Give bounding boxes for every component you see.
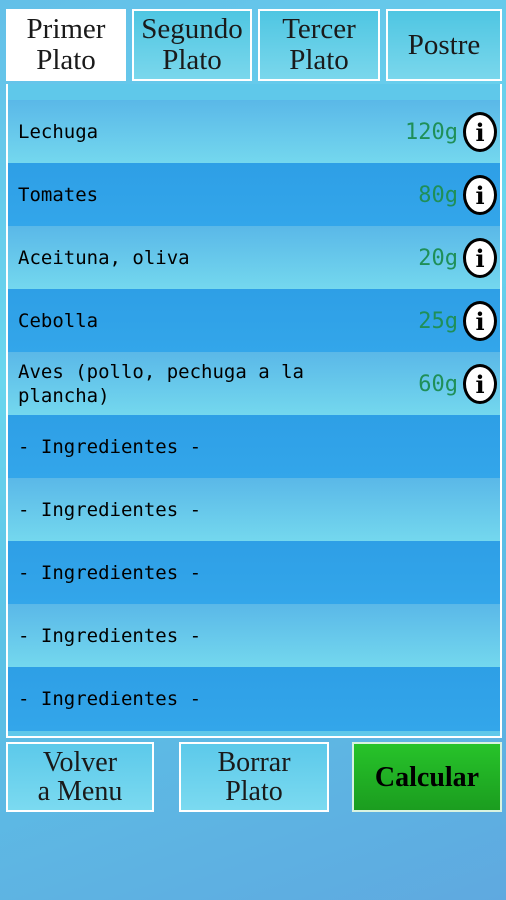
tab-tercer-plato[interactable]: Tercer Plato — [258, 9, 380, 81]
ingredient-quantity: 60g — [418, 371, 458, 397]
info-icon[interactable]: i — [463, 364, 497, 404]
button-label: Calcular — [374, 761, 480, 793]
ingredient-quantity: 20g — [418, 245, 458, 271]
ingredient-row[interactable]: - Ingredientes - — [8, 604, 500, 668]
ingredient-placeholder: - Ingredientes - — [18, 688, 202, 710]
tab-label: Postre — [407, 28, 481, 61]
ingredient-row[interactable]: Tomates 80g i — [8, 163, 500, 227]
info-icon[interactable]: i — [463, 112, 497, 152]
info-icon[interactable]: i — [463, 238, 497, 278]
tab-primer-plato[interactable]: Primer Plato — [6, 9, 126, 81]
ingredient-name: Lechuga — [18, 121, 99, 143]
ingredient-name: Aceituna, oliva — [18, 247, 190, 269]
tab-label: Segundo Plato — [141, 13, 243, 76]
ingredient-row[interactable]: Cebolla 25g i — [8, 289, 500, 353]
ingredient-quantity: 120g — [405, 119, 458, 145]
ingredient-placeholder: - Ingredientes - — [18, 562, 202, 584]
info-icon[interactable]: i — [463, 301, 497, 341]
clear-dish-button[interactable]: Borrar Plato — [179, 742, 329, 812]
tab-label: Tercer Plato — [282, 13, 356, 76]
ingredient-row[interactable]: - Ingredientes - — [8, 667, 500, 731]
tab-postre[interactable]: Postre — [386, 9, 502, 81]
info-icon[interactable]: i — [463, 175, 497, 215]
back-to-menu-button[interactable]: Volver a Menu — [6, 742, 154, 812]
ingredient-row[interactable]: Aves (pollo, pechuga a la plancha) 60g i — [8, 352, 500, 416]
ingredient-quantity: 80g — [418, 182, 458, 208]
ingredient-name: Cebolla — [18, 310, 99, 332]
tab-segundo-plato[interactable]: Segundo Plato — [132, 9, 252, 81]
ingredient-placeholder: - Ingredientes - — [18, 499, 202, 521]
button-label: Volver a Menu — [37, 747, 123, 807]
ingredient-row[interactable]: Aceituna, oliva 20g i — [8, 226, 500, 290]
ingredient-row[interactable]: - Ingredientes - — [8, 541, 500, 605]
ingredient-placeholder: - Ingredientes - — [18, 436, 202, 458]
button-label: Borrar Plato — [217, 747, 291, 807]
ingredient-name: Aves (pollo, pechuga a la plancha) — [18, 361, 304, 407]
ingredient-row[interactable]: - Ingredientes - — [8, 478, 500, 542]
ingredient-row[interactable]: Lechuga 120g i — [8, 100, 500, 164]
ingredient-name: Tomates — [18, 184, 99, 206]
ingredient-placeholder: - Ingredientes - — [18, 625, 202, 647]
ingredient-quantity: 25g — [418, 308, 458, 334]
ingredient-row[interactable]: - Ingredientes - — [8, 415, 500, 479]
ingredient-list: Lechuga 120g i Tomates 80g i Aceituna, o… — [6, 84, 502, 738]
calculate-button[interactable]: Calcular — [352, 742, 502, 812]
tab-label: Primer Plato — [26, 13, 106, 76]
